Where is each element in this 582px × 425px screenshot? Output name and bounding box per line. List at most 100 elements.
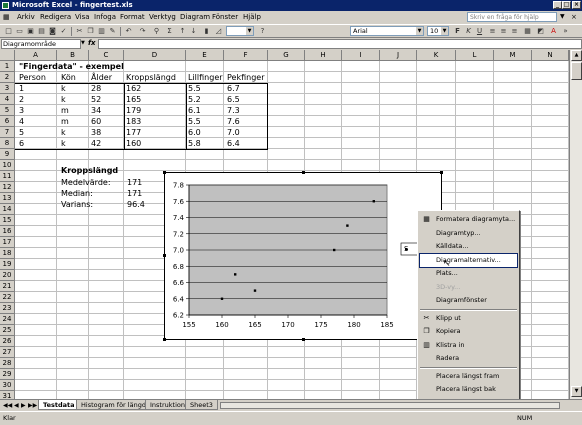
table-cell[interactable]: 7.6 bbox=[227, 116, 240, 127]
first-sheet-icon[interactable]: ◀◀ bbox=[3, 402, 12, 409]
menu-item-plats[interactable]: Plats... bbox=[420, 267, 517, 280]
row-header-12[interactable]: 12 bbox=[0, 182, 15, 193]
menu-diagram[interactable]: Diagram bbox=[180, 13, 210, 21]
stat-label[interactable]: Medelvärde: bbox=[61, 177, 111, 188]
column-header-h[interactable]: H bbox=[305, 50, 342, 61]
new-icon[interactable]: □ bbox=[4, 27, 13, 36]
resize-handle[interactable] bbox=[440, 171, 443, 174]
table-cell[interactable]: m bbox=[61, 116, 69, 127]
row-header-16[interactable]: 16 bbox=[0, 226, 15, 237]
spelling-icon[interactable]: ✓ bbox=[59, 27, 68, 36]
table-cell[interactable]: 52 bbox=[91, 94, 101, 105]
row-header-17[interactable]: 17 bbox=[0, 237, 15, 248]
row-header-21[interactable]: 21 bbox=[0, 281, 15, 292]
row-header-2[interactable]: 2 bbox=[0, 72, 15, 83]
menu-item-diagramfönster[interactable]: Diagramfönster bbox=[420, 294, 517, 307]
table-cell[interactable]: 5.8 bbox=[188, 138, 201, 149]
print-icon[interactable]: ▤ bbox=[37, 27, 46, 36]
menu-item-klistra-in[interactable]: ▥ Klistra in bbox=[420, 339, 517, 352]
stat-value[interactable]: 171 bbox=[127, 177, 142, 188]
row-header-6[interactable]: 6 bbox=[0, 116, 15, 127]
table-cell[interactable]: 6 bbox=[19, 138, 24, 149]
redo-icon[interactable]: ↷ bbox=[138, 27, 147, 36]
table-cell[interactable]: 6.0 bbox=[188, 127, 201, 138]
row-header-4[interactable]: 4 bbox=[0, 94, 15, 105]
bold-icon[interactable]: F bbox=[453, 27, 462, 36]
header-person[interactable]: Person bbox=[19, 72, 46, 83]
tab-sheet3[interactable]: Sheet3 bbox=[185, 400, 218, 410]
legend-partial[interactable]: S bbox=[404, 245, 408, 253]
table-cell[interactable]: 60 bbox=[91, 116, 101, 127]
column-header-l[interactable]: L bbox=[456, 50, 494, 61]
ask-question-input[interactable]: Skriv en fråga för hjälp bbox=[467, 12, 557, 22]
select-all-corner[interactable] bbox=[0, 50, 15, 61]
ask-dropdown-icon[interactable]: ▼ bbox=[560, 13, 565, 20]
table-cell[interactable]: 7.0 bbox=[227, 127, 240, 138]
stats-title[interactable]: Kroppslängd bbox=[61, 165, 118, 176]
row-header-5[interactable]: 5 bbox=[0, 105, 15, 116]
row-header-14[interactable]: 14 bbox=[0, 204, 15, 215]
table-cell[interactable]: k bbox=[61, 138, 66, 149]
menu-infoga[interactable]: Infoga bbox=[94, 13, 116, 21]
header-lillfinger[interactable]: Lillfinger bbox=[188, 72, 223, 83]
scroll-up-icon[interactable]: ▲ bbox=[571, 50, 582, 61]
zoom-select[interactable]: ▼ bbox=[226, 26, 254, 36]
save-icon[interactable]: ▣ bbox=[26, 27, 35, 36]
column-header-c[interactable]: C bbox=[89, 50, 124, 61]
open-icon[interactable]: ▭ bbox=[15, 27, 24, 36]
table-cell[interactable]: 5.5 bbox=[188, 83, 201, 94]
resize-handle[interactable] bbox=[163, 254, 166, 257]
horizontal-scrollbar[interactable] bbox=[220, 402, 560, 409]
menu-redigera[interactable]: Redigera bbox=[40, 13, 71, 21]
row-header-25[interactable]: 25 bbox=[0, 325, 15, 336]
autosum-icon[interactable]: Σ bbox=[165, 27, 174, 36]
column-header-k[interactable]: K bbox=[417, 50, 456, 61]
table-cell[interactable]: k bbox=[61, 83, 66, 94]
table-cell[interactable]: k bbox=[61, 94, 66, 105]
row-header-19[interactable]: 19 bbox=[0, 259, 15, 270]
doc-icon[interactable]: ▦ bbox=[3, 13, 10, 21]
menu-item-klipp-ut[interactable]: ✂ Klipp ut bbox=[420, 312, 517, 325]
table-cell[interactable]: 6.1 bbox=[188, 105, 201, 116]
tab-histogram[interactable]: Histogram för längd bbox=[76, 400, 151, 410]
help-icon[interactable]: ? bbox=[258, 27, 267, 36]
menu-item-diagramalternativ[interactable]: Diagramalternativ... bbox=[419, 252, 518, 268]
row-header-9[interactable]: 9 bbox=[0, 149, 15, 160]
row-header-18[interactable]: 18 bbox=[0, 248, 15, 259]
font-color-icon[interactable]: A bbox=[549, 27, 558, 36]
scroll-thumb[interactable] bbox=[571, 62, 582, 80]
column-header-b[interactable]: B bbox=[57, 50, 89, 61]
table-cell[interactable]: 42 bbox=[91, 138, 101, 149]
data-point[interactable] bbox=[333, 248, 336, 252]
table-cell[interactable]: 179 bbox=[126, 105, 141, 116]
resize-handle[interactable] bbox=[163, 338, 166, 341]
data-point[interactable] bbox=[253, 289, 257, 292]
table-cell[interactable]: 5.2 bbox=[188, 94, 201, 105]
menu-verktyg[interactable]: Verktyg bbox=[149, 13, 176, 21]
column-header-m[interactable]: M bbox=[494, 50, 532, 61]
resize-handle[interactable] bbox=[302, 338, 305, 341]
sort-desc-icon[interactable]: ↓ bbox=[189, 27, 198, 36]
align-right-icon[interactable]: ≡ bbox=[510, 27, 519, 36]
column-header-j[interactable]: J bbox=[380, 50, 417, 61]
workbook-close-icon[interactable]: × bbox=[571, 13, 577, 21]
row-header-15[interactable]: 15 bbox=[0, 215, 15, 226]
table-cell[interactable]: 38 bbox=[91, 127, 101, 138]
menu-fonster[interactable]: Fönster bbox=[212, 13, 238, 21]
font-size-select[interactable]: 10 ▼ bbox=[427, 26, 449, 36]
italic-icon[interactable]: K bbox=[464, 27, 473, 36]
last-sheet-icon[interactable]: ▶▶ bbox=[28, 402, 37, 409]
row-header-27[interactable]: 27 bbox=[0, 347, 15, 358]
sort-asc-icon[interactable]: ↑ bbox=[178, 27, 187, 36]
table-cell[interactable]: 177 bbox=[126, 127, 141, 138]
data-point[interactable] bbox=[346, 224, 349, 227]
table-cell[interactable]: k bbox=[61, 127, 66, 138]
resize-handle[interactable] bbox=[302, 171, 305, 174]
column-header-e[interactable]: E bbox=[186, 50, 224, 61]
table-cell[interactable]: 6.4 bbox=[227, 138, 240, 149]
cut-icon[interactable]: ✂ bbox=[75, 27, 84, 36]
stat-value[interactable]: 171 bbox=[127, 188, 142, 199]
row-header-30[interactable]: 30 bbox=[0, 380, 15, 391]
chart-wizard-icon[interactable]: ▮ bbox=[202, 27, 211, 36]
row-header-29[interactable]: 29 bbox=[0, 369, 15, 380]
